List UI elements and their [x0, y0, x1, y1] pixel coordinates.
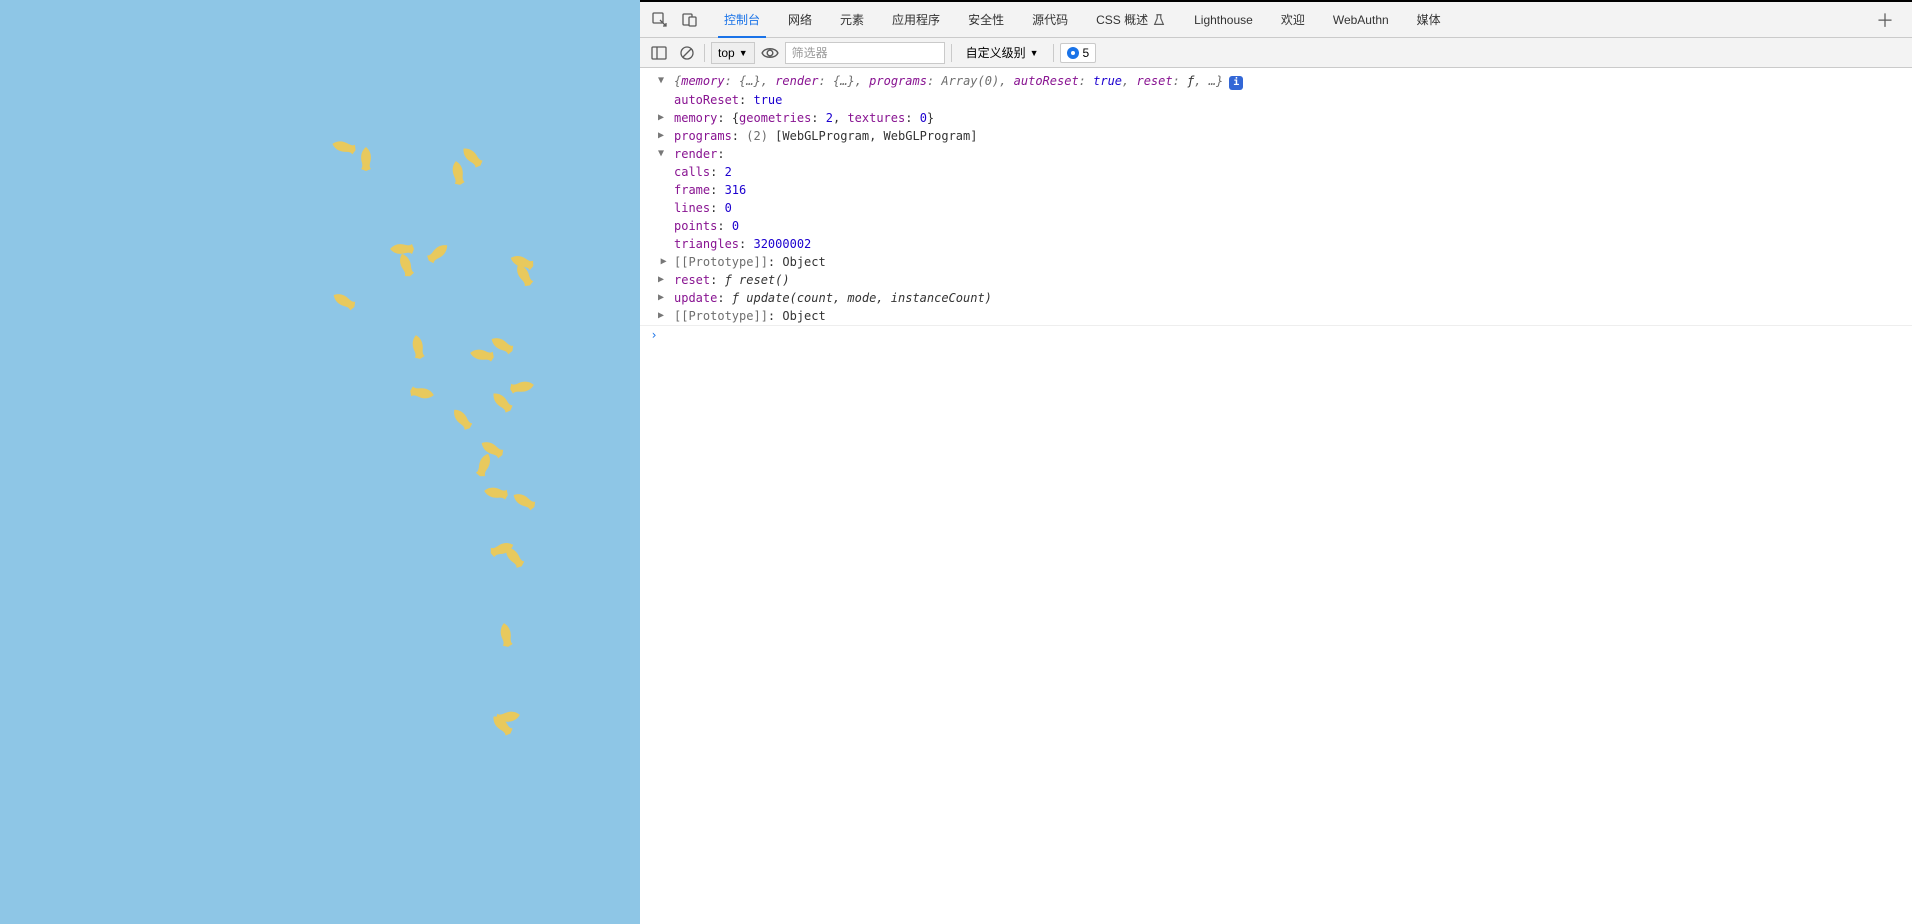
tab-安全性[interactable]: 安全性: [954, 2, 1018, 37]
tab-网络[interactable]: 网络: [774, 2, 826, 37]
fish-sprite: [467, 346, 497, 365]
chevron-down-icon: ▼: [739, 48, 748, 58]
more-tabs-icon[interactable]: ＋: [1868, 7, 1902, 33]
console-line[interactable]: ▶update: ƒ update(count, mode, instanceC…: [640, 289, 1912, 307]
fish-sprite: [407, 384, 437, 403]
tab-元素[interactable]: 元素: [826, 2, 878, 37]
console-line[interactable]: ▼render:: [640, 145, 1912, 163]
info-badge-icon: i: [1229, 76, 1243, 90]
device-toggle-icon[interactable]: [680, 10, 700, 30]
fish-sprite: [423, 239, 453, 268]
chevron-down-icon: ▼: [1030, 48, 1039, 58]
fish-sprite: [449, 158, 468, 188]
sidebar-toggle-icon[interactable]: [648, 42, 670, 64]
tab-Lighthouse[interactable]: Lighthouse: [1180, 2, 1267, 37]
divider: [704, 44, 705, 62]
log-level-label: 自定义级别: [966, 44, 1026, 61]
fish-sprite: [481, 484, 511, 503]
tab-WebAuthn[interactable]: WebAuthn: [1319, 2, 1403, 37]
context-value: top: [718, 46, 735, 60]
webgl-canvas: [0, 0, 640, 924]
issue-dot-icon: [1067, 47, 1079, 59]
filter-input[interactable]: [785, 42, 945, 64]
object-summary[interactable]: ▼{memory: {…}, render: {…}, programs: Ar…: [640, 72, 1912, 91]
tab-CSS 概述[interactable]: CSS 概述: [1082, 2, 1180, 37]
inspect-element-icon[interactable]: [650, 10, 670, 30]
tab-控制台[interactable]: 控制台: [710, 2, 774, 37]
tab-媒体[interactable]: 媒体: [1403, 2, 1455, 37]
tab-应用程序[interactable]: 应用程序: [878, 2, 954, 37]
divider: [1053, 44, 1054, 62]
devtools-tabs: 控制台网络元素应用程序安全性源代码CSS 概述Lighthouse欢迎WebAu…: [640, 2, 1912, 38]
prompt-arrow-icon: ›: [644, 328, 664, 342]
console-line[interactable]: triangles: 32000002: [640, 235, 1912, 253]
devtools-panel: 控制台网络元素应用程序安全性源代码CSS 概述Lighthouse欢迎WebAu…: [640, 0, 1912, 924]
console-line[interactable]: ▶memory: {geometries: 2, textures: 0}: [640, 109, 1912, 127]
console-toolbar: top ▼ 自定义级别 ▼ 5: [640, 38, 1912, 68]
fish-sprite: [507, 378, 537, 397]
fish-sprite: [329, 137, 360, 158]
fish-sprite: [497, 620, 516, 650]
clear-console-icon[interactable]: [676, 42, 698, 64]
tab-欢迎[interactable]: 欢迎: [1267, 2, 1319, 37]
console-line[interactable]: ▶[[Prototype]]: Object: [640, 307, 1912, 325]
console-line[interactable]: ▶[[Prototype]]: Object: [640, 253, 1912, 271]
context-selector[interactable]: top ▼: [711, 42, 755, 64]
fish-sprite: [409, 332, 428, 362]
issues-count: 5: [1083, 46, 1090, 60]
fish-sprite: [500, 542, 529, 572]
console-line[interactable]: points: 0: [640, 217, 1912, 235]
console-line[interactable]: autoReset: true: [640, 91, 1912, 109]
console-line[interactable]: ▶reset: ƒ reset(): [640, 271, 1912, 289]
console-line[interactable]: frame: 316: [640, 181, 1912, 199]
fish-sprite: [508, 488, 539, 514]
live-expression-icon[interactable]: [761, 44, 779, 62]
console-line[interactable]: lines: 0: [640, 199, 1912, 217]
console-line[interactable]: ▶programs: (2) [WebGLProgram, WebGLProgr…: [640, 127, 1912, 145]
flask-icon: [1152, 13, 1166, 27]
log-level-select[interactable]: 自定义级别 ▼: [958, 44, 1047, 61]
issues-badge[interactable]: 5: [1060, 43, 1097, 63]
console-prompt[interactable]: ›: [640, 325, 1912, 344]
fish-sprite: [448, 404, 477, 434]
divider: [951, 44, 952, 62]
fish-sprite: [359, 145, 373, 173]
tab-源代码[interactable]: 源代码: [1018, 2, 1082, 37]
console-output: ▼{memory: {…}, render: {…}, programs: Ar…: [640, 68, 1912, 924]
fish-sprite: [328, 288, 359, 314]
console-line[interactable]: calls: 2: [640, 163, 1912, 181]
